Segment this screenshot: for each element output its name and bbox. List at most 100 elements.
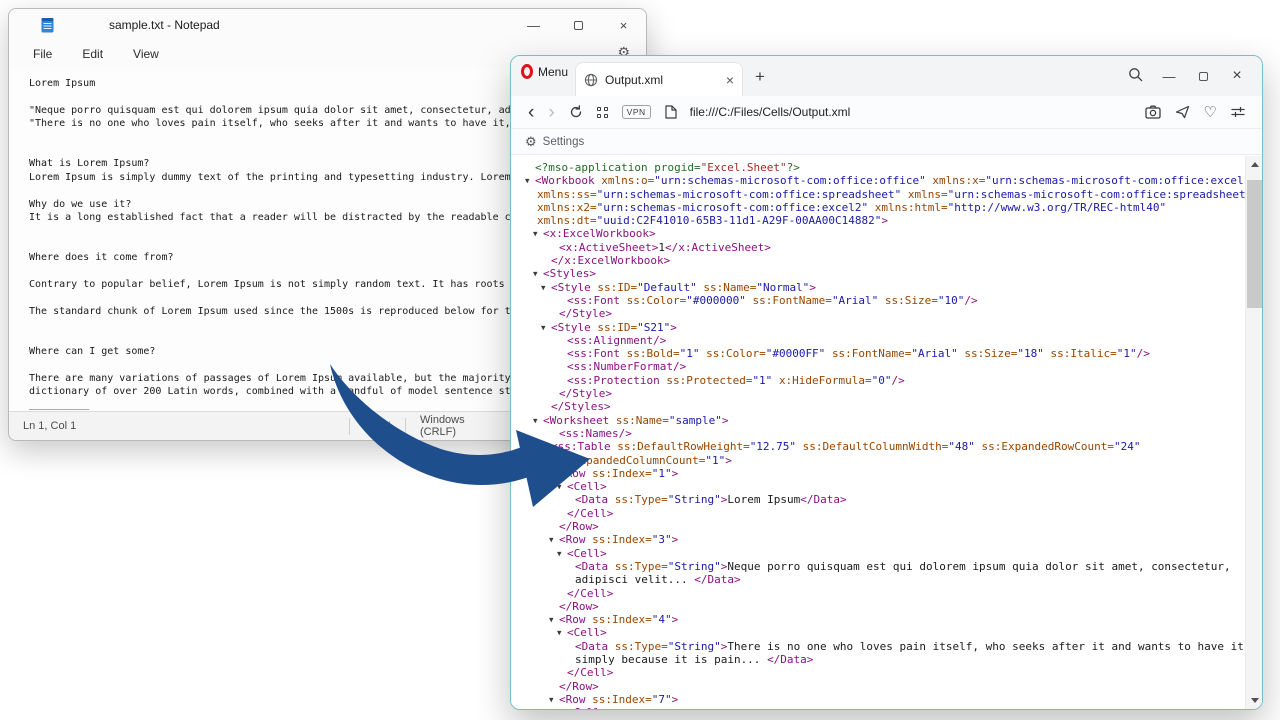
- reload-button[interactable]: [569, 105, 583, 119]
- forward-button[interactable]: ›: [548, 103, 554, 122]
- xml-line: <ss:Names/>: [519, 427, 1245, 440]
- xml-line: ▼<Cell>: [519, 626, 1245, 639]
- xml-line: </Cell>: [519, 666, 1245, 679]
- notepad-app-icon: [41, 17, 54, 33]
- xml-line: xmlns:x2="urn:schemas-microsoft-com:offi…: [519, 201, 1245, 214]
- collapse-arrow-icon[interactable]: ▼: [549, 693, 559, 706]
- maximize-icon: [574, 21, 583, 30]
- notepad-window-title: sample.txt - Notepad: [109, 18, 220, 32]
- status-cursor-position: Ln 1, Col 1: [9, 418, 349, 435]
- xml-line: xmlns:ss="urn:schemas-microsoft-com:offi…: [519, 188, 1245, 201]
- xml-line: ▼<Workbook xmlns:o="urn:schemas-microsof…: [519, 174, 1245, 187]
- xml-line: <Data ss:Type="String">Lorem Ipsum</Data…: [519, 493, 1245, 506]
- browser-close-button[interactable]: ×: [1220, 67, 1254, 85]
- collapse-arrow-icon[interactable]: ▼: [525, 174, 535, 187]
- xml-line: ▼<ss:Table ss:DefaultRowHeight="12.75" s…: [519, 440, 1245, 453]
- new-tab-button[interactable]: +: [755, 68, 765, 85]
- browser-window: Menu Output.xml × + — × ‹ ›: [510, 55, 1263, 710]
- maximize-icon: [1199, 72, 1208, 81]
- browser-search-icon[interactable]: [1118, 67, 1152, 85]
- status-line-ending: Windows (CRLF): [405, 418, 515, 435]
- menu-edit[interactable]: Edit: [74, 44, 111, 64]
- xml-line: <ss:Alignment/>: [519, 334, 1245, 347]
- send-to-flow-icon[interactable]: [1175, 105, 1190, 119]
- xml-line: ▼<Row ss:Index="3">: [519, 533, 1245, 546]
- xml-line: ▼<Style ss:ID="S21">: [519, 321, 1245, 334]
- xml-viewer-content: <?mso-application progid="Excel.Sheet"?>…: [511, 156, 1262, 709]
- collapse-arrow-icon[interactable]: ▼: [541, 281, 551, 294]
- scroll-down-button[interactable]: [1246, 692, 1262, 709]
- xml-line: xmlns:dt="uuid:C2F41010-65B3-11d1-A29F-0…: [519, 214, 1245, 227]
- xml-line: <ss:NumberFormat/>: [519, 360, 1245, 373]
- notepad-close-button[interactable]: ×: [601, 9, 646, 41]
- vertical-scrollbar[interactable]: [1245, 156, 1262, 709]
- settings-gear-icon: ⚙: [525, 134, 537, 150]
- vpn-badge[interactable]: VPN: [622, 105, 651, 119]
- xml-line: </Cell>: [519, 587, 1245, 600]
- xml-line: ▼<Style ss:ID="Default" ss:Name="Normal"…: [519, 281, 1245, 294]
- xml-line: ▼<Cell>: [519, 547, 1245, 560]
- collapse-arrow-icon[interactable]: ▼: [557, 547, 567, 560]
- opera-menu-button[interactable]: Menu: [521, 64, 568, 79]
- browser-toolbar: ‹ › VPN file:///C:/Files/Cells/Output.xm…: [511, 96, 1262, 129]
- collapse-arrow-icon[interactable]: ▼: [557, 480, 567, 493]
- xml-line: ▼<Row ss:Index="7">: [519, 693, 1245, 706]
- browser-tab-bar: Menu Output.xml × + — ×: [511, 56, 1262, 96]
- xml-line: ss:ExpandedColumnCount="1">: [519, 454, 1245, 467]
- xml-line: <Data ss:Type="String">Neque porro quisq…: [519, 560, 1245, 573]
- collapse-arrow-icon[interactable]: ▼: [533, 267, 543, 280]
- xml-line: <ss:Font ss:Color="#000000" ss:FontName=…: [519, 294, 1245, 307]
- xml-line: <x:ActiveSheet>1</x:ActiveSheet>: [519, 241, 1245, 254]
- notepad-minimize-button[interactable]: —: [511, 9, 556, 41]
- opera-menu-label: Menu: [538, 65, 568, 79]
- xml-line: ▼<Cell>: [519, 706, 1245, 709]
- collapse-arrow-icon[interactable]: ▼: [549, 613, 559, 626]
- xml-line: </Row>: [519, 520, 1245, 533]
- xml-line: simply because it is pain... </Data>: [519, 653, 1245, 666]
- tab-close-button[interactable]: ×: [726, 72, 734, 88]
- browser-minimize-button[interactable]: —: [1152, 69, 1186, 84]
- collapse-arrow-icon[interactable]: ▼: [557, 626, 567, 639]
- tab-output-xml[interactable]: Output.xml ×: [575, 62, 743, 96]
- bookmark-heart-icon[interactable]: ♡: [1204, 103, 1217, 121]
- xml-line: <ss:Protection ss:Protected="1" x:HideFo…: [519, 374, 1245, 387]
- collapse-arrow-icon[interactable]: ▼: [533, 227, 543, 240]
- xml-line: <Data ss:Type="String">There is no one w…: [519, 640, 1245, 653]
- xml-line: ▼<x:ExcelWorkbook>: [519, 227, 1245, 240]
- menu-view[interactable]: View: [125, 44, 167, 64]
- opera-logo-icon: [521, 64, 533, 79]
- xml-document[interactable]: <?mso-application progid="Excel.Sheet"?>…: [511, 156, 1245, 709]
- collapse-arrow-icon[interactable]: ▼: [541, 440, 551, 453]
- notepad-titlebar[interactable]: sample.txt - Notepad — ×: [9, 9, 646, 41]
- collapse-arrow-icon[interactable]: ▼: [533, 414, 543, 427]
- xml-line: </Style>: [519, 307, 1245, 320]
- xml-line: </Styles>: [519, 400, 1245, 413]
- tab-title: Output.xml: [605, 73, 719, 87]
- collapse-arrow-icon[interactable]: ▼: [549, 467, 559, 480]
- speed-dial-grid-icon[interactable]: [597, 107, 608, 118]
- tune-sliders-icon[interactable]: [1231, 105, 1245, 119]
- status-zoom-level: 100%: [349, 418, 405, 435]
- xml-line: </Row>: [519, 680, 1245, 693]
- xml-line: <?mso-application progid="Excel.Sheet"?>: [519, 161, 1245, 174]
- notepad-maximize-button[interactable]: [556, 9, 601, 41]
- collapse-arrow-icon[interactable]: ▼: [541, 321, 551, 334]
- back-button[interactable]: ‹: [528, 103, 534, 122]
- scrollbar-thumb[interactable]: [1247, 180, 1262, 308]
- xml-line: ▼<Worksheet ss:Name="sample">: [519, 414, 1245, 427]
- xml-line: </Style>: [519, 387, 1245, 400]
- xml-line: adipisci velit... </Data>: [519, 573, 1245, 586]
- address-bar-url[interactable]: file:///C:/Files/Cells/Output.xml: [690, 105, 1138, 119]
- collapse-arrow-icon[interactable]: ▼: [557, 706, 567, 709]
- tab-favicon-globe-icon: [584, 73, 598, 87]
- xml-line: ▼<Row ss:Index="1">: [519, 467, 1245, 480]
- browser-maximize-button[interactable]: [1186, 69, 1220, 84]
- snapshot-camera-icon[interactable]: [1145, 105, 1161, 119]
- bookmark-settings[interactable]: ⚙ Settings: [525, 134, 584, 150]
- menu-file[interactable]: File: [25, 44, 60, 64]
- xml-line: </Cell>: [519, 507, 1245, 520]
- collapse-arrow-icon[interactable]: ▼: [549, 533, 559, 546]
- scroll-up-button[interactable]: [1246, 156, 1262, 173]
- xml-line: ▼<Cell>: [519, 480, 1245, 493]
- bookmark-settings-label: Settings: [543, 136, 585, 148]
